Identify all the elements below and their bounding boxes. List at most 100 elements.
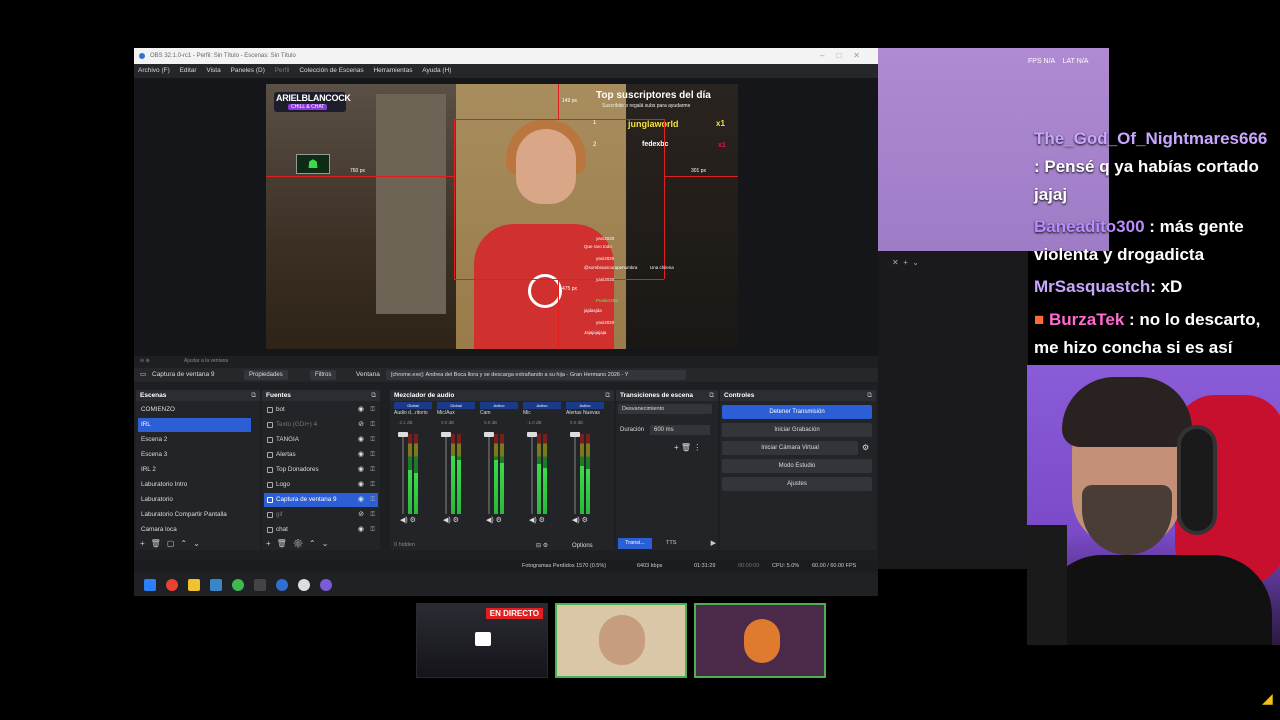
visibility-eye-icon[interactable]: ◉ bbox=[358, 403, 364, 417]
tab-scroll-right-icon[interactable]: ▶ bbox=[711, 538, 716, 549]
dock-float-icon[interactable]: ⧉ bbox=[867, 390, 872, 401]
hidden-eye-icon[interactable]: ⊘ bbox=[358, 508, 364, 522]
scene-item[interactable]: Laburatorio Intro bbox=[138, 478, 251, 492]
properties-button[interactable]: Propiedades bbox=[244, 370, 288, 380]
source-item[interactable]: bot ◉ ⚿ bbox=[264, 403, 378, 417]
source-item[interactable]: Texto (GDI+) 4 ⊘ ⚿ bbox=[264, 418, 378, 432]
lock-icon[interactable]: ⚿ bbox=[370, 493, 375, 507]
lock-icon[interactable]: ⚿ bbox=[370, 523, 375, 537]
volume-fader-knob[interactable] bbox=[570, 432, 580, 437]
volume-fader-knob[interactable] bbox=[527, 432, 537, 437]
visibility-eye-icon[interactable]: ◉ bbox=[358, 493, 364, 507]
scene-thumbnail-camera[interactable] bbox=[555, 603, 687, 678]
scene-item[interactable]: IRL 2 bbox=[138, 463, 251, 477]
studio-mode-button[interactable]: Modo Estudio bbox=[722, 459, 872, 473]
tab-transitions[interactable]: Transi... bbox=[618, 538, 652, 549]
source-item[interactable]: chat ◉ ⚿ bbox=[264, 523, 378, 537]
volume-fader[interactable] bbox=[574, 434, 576, 514]
start-virtual-camera-button[interactable]: Iniciar Cámara Virtual bbox=[722, 441, 858, 455]
mixer-footer-icons[interactable]: ⊟ ⚙ bbox=[536, 542, 548, 549]
lock-icon[interactable]: ⚿ bbox=[370, 508, 375, 522]
visibility-eye-icon[interactable]: ◉ bbox=[358, 478, 364, 492]
source-item[interactable]: Logo ◉ ⚿ bbox=[264, 478, 378, 492]
scene-item[interactable]: Laburatorio Compartir Pantalla bbox=[138, 508, 257, 522]
menu-coleccion-escenas[interactable]: Colección de Escenas bbox=[299, 67, 363, 74]
lock-icon[interactable]: ⚿ bbox=[370, 463, 375, 477]
source-item-selected[interactable]: Captura de ventana 9 ◉ ⚿ bbox=[264, 493, 378, 507]
duration-input[interactable]: 600 ms bbox=[650, 425, 710, 435]
filters-button[interactable]: Filtros bbox=[310, 370, 337, 380]
discord-icon[interactable] bbox=[320, 579, 332, 591]
lock-icon[interactable]: ⚿ bbox=[370, 448, 375, 462]
visibility-eye-icon[interactable]: ◉ bbox=[358, 448, 364, 462]
menu-perfil[interactable]: Perfil bbox=[275, 67, 290, 74]
scene-item[interactable]: Escena 3 bbox=[138, 448, 251, 462]
menu-herramientas[interactable]: Herramientas bbox=[373, 67, 412, 74]
edge-icon[interactable] bbox=[276, 579, 288, 591]
source-item[interactable]: Alertas ◉ ⚿ bbox=[264, 448, 378, 462]
start-recording-button[interactable]: Iniciar Grabación bbox=[722, 423, 872, 437]
mute-speaker-icon[interactable]: ◀) ⚙ bbox=[443, 516, 459, 524]
chrome-icon[interactable] bbox=[166, 579, 178, 591]
dock-float-icon[interactable]: ⧉ bbox=[371, 390, 376, 401]
source-item[interactable]: Top Donadores ◉ ⚿ bbox=[264, 463, 378, 477]
mute-speaker-icon[interactable]: ◀) ⚙ bbox=[486, 516, 502, 524]
settings-button[interactable]: Ajustes bbox=[722, 477, 872, 491]
volume-fader[interactable] bbox=[445, 434, 447, 514]
window-controls[interactable]: –□✕ bbox=[820, 48, 872, 64]
scene-item[interactable]: Camara loca bbox=[138, 523, 251, 537]
window-select[interactable]: [chrome.exe]: Andrea del Boca llora y se… bbox=[386, 370, 686, 380]
visibility-eye-icon[interactable]: ◉ bbox=[358, 463, 364, 477]
volume-fader-knob[interactable] bbox=[398, 432, 408, 437]
dock-float-icon[interactable]: ⧉ bbox=[251, 390, 256, 401]
transition-select[interactable]: Desvanecimiento bbox=[618, 404, 712, 414]
transition-add-remove-icons[interactable]: + 🗑 ⋮ bbox=[674, 443, 701, 452]
volume-fader[interactable] bbox=[402, 434, 404, 514]
lock-icon[interactable]: ⚿ bbox=[370, 403, 375, 417]
scene-item[interactable]: Escena 2 bbox=[138, 433, 251, 447]
dock-float-icon[interactable]: ⧉ bbox=[605, 390, 610, 401]
preview-canvas[interactable]: ARIELBLANCOCK CHILL & CHAT ☗ Top suscrip… bbox=[266, 84, 738, 349]
fit-window-label[interactable]: Ajustar a la ventana bbox=[184, 356, 228, 366]
tab-tts[interactable]: TTS bbox=[666, 538, 676, 549]
app-icon[interactable] bbox=[210, 579, 222, 591]
lock-icon[interactable]: ⚿ bbox=[370, 433, 375, 447]
scenes-footer-controls[interactable]: +🗑▢⌃⌄ bbox=[136, 538, 260, 550]
volume-fader-knob[interactable] bbox=[441, 432, 451, 437]
menu-archivo[interactable]: Archivo (F) bbox=[138, 67, 170, 74]
source-item[interactable]: gif ⊘ ⚿ bbox=[264, 508, 378, 522]
zoom-icon[interactable]: ⊖ ⊕ bbox=[140, 356, 150, 366]
file-explorer-icon[interactable] bbox=[188, 579, 200, 591]
terminal-icon[interactable] bbox=[254, 579, 266, 591]
menu-editar[interactable]: Editar bbox=[180, 67, 197, 74]
sources-footer-controls[interactable]: +🗑⚙⌃⌄ bbox=[262, 538, 380, 550]
scene-thumbnail-obs[interactable]: EN DIRECTO bbox=[416, 603, 548, 678]
scene-item[interactable]: COMIENZO bbox=[138, 403, 251, 417]
source-item[interactable]: TANGIA ◉ ⚿ bbox=[264, 433, 378, 447]
obs-taskbar-icon[interactable] bbox=[298, 579, 310, 591]
lock-icon[interactable]: ⚿ bbox=[370, 478, 375, 492]
volume-fader[interactable] bbox=[531, 434, 533, 514]
stop-streaming-button[interactable]: Detener Transmisión bbox=[722, 405, 872, 419]
menu-ayuda[interactable]: Ayuda (H) bbox=[422, 67, 451, 74]
virtual-camera-settings-icon[interactable]: ⚙ bbox=[862, 443, 869, 452]
scene-thumbnail-avatar[interactable] bbox=[694, 603, 826, 678]
lock-icon[interactable]: ⚿ bbox=[370, 418, 375, 432]
volume-fader-knob[interactable] bbox=[484, 432, 494, 437]
menu-paneles[interactable]: Paneles (D) bbox=[231, 67, 265, 74]
panel-close-icon[interactable]: ✕ + ⌄ bbox=[892, 258, 919, 267]
mute-speaker-icon[interactable]: ◀) ⚙ bbox=[400, 516, 416, 524]
mute-speaker-icon[interactable]: ◀) ⚙ bbox=[529, 516, 545, 524]
visibility-eye-icon[interactable]: ◉ bbox=[358, 523, 364, 537]
volume-fader[interactable] bbox=[488, 434, 490, 514]
scene-item-selected[interactable]: IRL bbox=[138, 418, 251, 432]
menu-vista[interactable]: Vista bbox=[206, 67, 220, 74]
hidden-eye-icon[interactable]: ⊘ bbox=[358, 418, 364, 432]
mute-speaker-icon[interactable]: ◀) ⚙ bbox=[572, 516, 588, 524]
windows-start-icon[interactable] bbox=[144, 579, 156, 591]
whatsapp-icon[interactable] bbox=[232, 579, 244, 591]
mixer-options-button[interactable]: Options bbox=[572, 543, 593, 549]
dock-float-icon[interactable]: ⧉ bbox=[709, 390, 714, 401]
visibility-eye-icon[interactable]: ◉ bbox=[358, 433, 364, 447]
scene-item[interactable]: Laburatorio bbox=[138, 493, 251, 507]
